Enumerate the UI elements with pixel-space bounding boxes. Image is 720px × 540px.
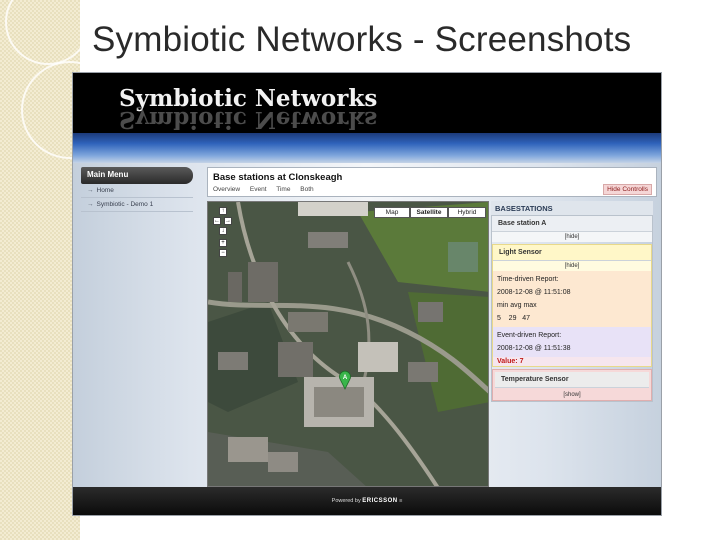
- light-sensor-hide-link[interactable]: [hide]: [493, 261, 651, 271]
- map-type-hybrid-button[interactable]: Hybrid: [448, 207, 486, 218]
- panel-tabs: Overview Event Time Both: [213, 186, 322, 193]
- panel-title: Base stations at Clonskeagh: [213, 172, 343, 183]
- stats-values: 5 29 47: [497, 315, 531, 322]
- tab-event[interactable]: Event: [250, 186, 267, 193]
- event-driven-report: Event-driven Report: 2008-12-08 @ 11:51:…: [493, 327, 651, 357]
- banner-title-reflection: Symbiotic Networks: [119, 106, 378, 133]
- pan-up-icon[interactable]: ↑: [219, 207, 227, 215]
- menu-item-label: Home: [96, 187, 114, 194]
- pan-right-icon[interactable]: →: [224, 217, 232, 225]
- tab-time[interactable]: Time: [276, 186, 290, 193]
- marker-label: A: [343, 375, 348, 381]
- stats-header: min avg max: [497, 302, 537, 309]
- arrow-icon: →: [87, 201, 94, 208]
- main-content: Main Menu → Home → Symbiotic - Demo 1 Base…: [73, 163, 661, 489]
- time-report-timestamp: 2008-12-08 @ 11:51:08: [497, 289, 571, 296]
- menu-item-label: Symbiotic - Demo 1: [96, 201, 154, 208]
- app-screenshot: Symbiotic Networks Symbiotic Networks Ma…: [72, 72, 662, 516]
- temperature-sensor-card: Temperature Sensor [show]: [492, 369, 652, 401]
- map-type-map-button[interactable]: Map: [374, 207, 410, 218]
- footer-powered-by: Powered by: [331, 498, 361, 504]
- base-station-card: Base station A [hide] Light Sensor [hide…: [491, 215, 653, 402]
- main-menu-header: Main Menu: [81, 167, 193, 184]
- pan-left-icon[interactable]: ←: [213, 217, 221, 225]
- panel-header: Base stations at Clonskeagh Overview Eve…: [207, 167, 657, 197]
- map-type-satellite-button[interactable]: Satellite: [410, 207, 448, 218]
- decorative-rings: [5, 0, 80, 159]
- tab-both[interactable]: Both: [300, 186, 313, 193]
- satellite-map[interactable]: Map Satellite Hybrid ↑ ← → ↓ + − A: [207, 201, 489, 487]
- ericsson-logo-icon: ≡: [399, 498, 403, 504]
- menu-item-home[interactable]: → Home: [81, 184, 193, 198]
- pan-down-icon[interactable]: ↓: [219, 227, 227, 235]
- satellite-imagery: [208, 202, 488, 486]
- event-report-timestamp: 2008-12-08 @ 11:51:38: [497, 345, 571, 352]
- main-menu: Main Menu → Home → Symbiotic - Demo 1: [81, 167, 193, 212]
- header-gradient-bar: [73, 133, 661, 163]
- tab-overview[interactable]: Overview: [213, 186, 240, 193]
- footer-brand: ERICSSON: [362, 498, 398, 504]
- slide-title: Symbiotic Networks - Screenshots: [92, 20, 632, 59]
- light-sensor-name: Light Sensor: [493, 245, 651, 261]
- time-report-label: Time-driven Report:: [497, 276, 559, 283]
- map-marker-icon[interactable]: A: [338, 370, 352, 390]
- zoom-out-icon[interactable]: −: [219, 249, 227, 257]
- arrow-icon: →: [87, 187, 94, 194]
- temperature-sensor-show-link[interactable]: [show]: [493, 390, 651, 400]
- time-driven-report: Time-driven Report: 2008-12-08 @ 11:51:0…: [493, 271, 651, 327]
- basestations-sidebar: BASESTATIONS Base station A [hide] Light…: [491, 201, 653, 402]
- base-station-hide-link[interactable]: [hide]: [492, 232, 652, 242]
- light-sensor-card: Light Sensor [hide] Time-driven Report: …: [492, 244, 652, 367]
- app-banner: Symbiotic Networks Symbiotic Networks: [73, 73, 661, 133]
- sensor-value: Value: 7: [493, 357, 651, 366]
- app-footer: Powered by ERICSSON ≡: [73, 487, 661, 515]
- base-station-name: Base station A: [492, 216, 652, 232]
- hide-controls-button[interactable]: Hide Controlls: [603, 184, 652, 195]
- base-stations-panel: Base stations at Clonskeagh Overview Eve…: [207, 167, 657, 487]
- basestations-header: BASESTATIONS: [491, 201, 653, 215]
- zoom-in-icon[interactable]: +: [219, 239, 227, 247]
- temperature-sensor-name: Temperature Sensor: [495, 372, 649, 388]
- event-report-label: Event-driven Report:: [497, 332, 562, 339]
- menu-item-demo[interactable]: → Symbiotic - Demo 1: [81, 198, 193, 212]
